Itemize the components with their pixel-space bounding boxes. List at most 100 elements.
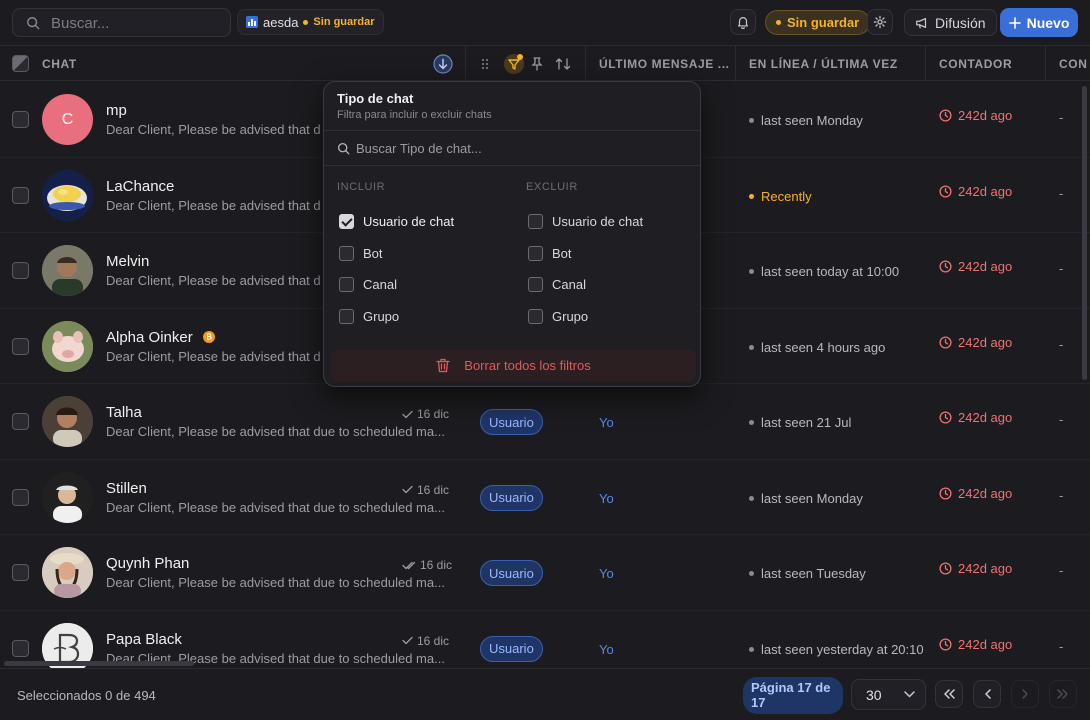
filter-icon <box>504 53 524 74</box>
option-checkbox[interactable] <box>339 245 354 261</box>
chevron-down-icon <box>904 691 915 698</box>
column-header-counter[interactable]: CONTADOR <box>939 46 1012 81</box>
broadcast-button[interactable]: Difusión <box>904 9 997 36</box>
counter-text: 242d ago <box>958 636 1013 652</box>
row-checkbox[interactable] <box>12 337 29 355</box>
filter-search[interactable] <box>337 137 687 159</box>
clock-icon <box>939 184 952 198</box>
online-text: last seen Monday <box>761 113 863 128</box>
search-icon <box>337 142 350 154</box>
megaphone-icon <box>916 17 927 28</box>
exclude-option-chat-user[interactable]: Usuario de chat <box>528 211 643 231</box>
sort-toggle-button[interactable] <box>555 46 571 81</box>
filter-search-input[interactable] <box>356 140 676 156</box>
row-checkbox[interactable] <box>12 186 29 204</box>
counter-text: 242d ago <box>958 561 1013 576</box>
online-status: Recently <box>749 189 812 204</box>
option-checkbox[interactable] <box>339 308 354 324</box>
chat-type-badge: Usuario <box>480 635 543 662</box>
include-option-channel[interactable]: Canal <box>339 274 397 294</box>
check-icon <box>402 410 413 418</box>
clear-filters-label: Borrar todos los filtros <box>464 358 591 373</box>
chevron-right-icon <box>1021 689 1028 699</box>
exclude-option-bot[interactable]: Bot <box>528 243 572 263</box>
vertical-scrollbar[interactable] <box>1082 86 1087 380</box>
unsaved-badge[interactable]: Sin guardar <box>765 10 871 35</box>
column-divider <box>1045 46 1046 81</box>
counter-cell: 242d ago <box>939 561 1012 576</box>
row-checkbox[interactable] <box>12 111 29 128</box>
avatar <box>42 169 93 221</box>
status-dot <box>749 118 754 123</box>
table-row[interactable]: Papa Black 16 dic Dear Client, Please be… <box>0 611 1090 668</box>
option-label: Canal <box>552 276 586 292</box>
option-label: Usuario de chat <box>552 213 644 229</box>
exclude-option-group[interactable]: Grupo <box>528 306 588 326</box>
saved-view-chip[interactable]: aesda Sin guardar <box>237 9 384 35</box>
column-header-online[interactable]: EN LÍNEA / ÚLTIMA VEZ <box>749 46 898 81</box>
counter-cell: 242d ago <box>939 335 1012 350</box>
chat-name-text: Alpha Oinker <box>106 328 193 346</box>
option-label: Grupo <box>552 308 589 324</box>
message-date: 16 dic <box>402 483 449 497</box>
option-checkbox[interactable] <box>528 276 543 292</box>
search-icon <box>27 17 40 30</box>
date-text: 16 dic <box>420 558 453 572</box>
extra-cell: - <box>1059 563 1064 578</box>
chat-list-app: aesda Sin guardar Sin guardar Difusión N… <box>0 0 1090 720</box>
message-preview: Dear Client, Please be advised that due … <box>106 575 445 590</box>
double-chevron-left-icon <box>944 689 955 699</box>
sort-direction-button[interactable] <box>433 46 453 81</box>
select-all-checkbox[interactable] <box>12 46 29 81</box>
status-dot <box>749 646 754 652</box>
option-checkbox[interactable] <box>528 245 543 261</box>
page-size-select[interactable]: 30 <box>851 679 926 710</box>
clock-icon <box>939 411 952 424</box>
status-dot <box>749 420 754 425</box>
settings-button[interactable] <box>867 9 893 35</box>
counter-text: 242d ago <box>958 334 1013 350</box>
avatar <box>42 320 93 372</box>
row-checkbox[interactable] <box>12 413 29 430</box>
first-page-button[interactable] <box>935 680 963 708</box>
clear-filters-button[interactable]: Borrar todos los filtros <box>331 350 696 381</box>
new-button[interactable]: Nuevo <box>1000 8 1078 37</box>
row-checkbox[interactable] <box>12 488 29 506</box>
include-option-group[interactable]: Grupo <box>339 306 399 326</box>
row-checkbox[interactable] <box>12 639 29 657</box>
include-option-chat-user[interactable]: Usuario de chat <box>339 211 454 231</box>
clock-icon <box>939 335 952 349</box>
option-checkbox[interactable] <box>528 308 543 324</box>
notifications-button[interactable] <box>730 9 756 35</box>
bitcoin-icon <box>202 330 215 343</box>
next-page-button[interactable] <box>1011 680 1039 708</box>
filter-button[interactable] <box>503 46 525 81</box>
exclude-option-channel[interactable]: Canal <box>528 274 586 294</box>
include-option-bot[interactable]: Bot <box>339 243 383 263</box>
option-checkbox[interactable] <box>339 276 354 292</box>
person-photo <box>42 245 93 296</box>
last-page-button[interactable] <box>1049 680 1077 708</box>
column-header-chat[interactable]: CHAT <box>42 46 77 81</box>
option-label: Usuario de chat <box>363 213 455 229</box>
last-sender: Yo <box>599 415 614 430</box>
online-status: last seen today at 10:00 <box>749 264 899 279</box>
row-checkbox[interactable] <box>12 564 29 581</box>
table-row[interactable]: Talha 16 dic Dear Client, Please be advi… <box>0 384 1090 460</box>
column-header-last-message[interactable]: ÚLTIMO MENSAJE ... <box>599 46 730 81</box>
pin-column-button[interactable] <box>531 46 543 81</box>
option-checkbox[interactable] <box>528 213 543 229</box>
row-checkbox[interactable] <box>12 262 29 279</box>
previous-page-button[interactable] <box>973 680 1001 708</box>
horizontal-scrollbar[interactable] <box>4 661 194 666</box>
message-preview: Dear Client, Please be advised that due … <box>106 424 445 439</box>
table-row[interactable]: Quynh Phan 16 dic Dear Client, Please be… <box>0 535 1090 611</box>
online-text: last seen Monday <box>761 490 863 506</box>
view-status: Sin guardar <box>313 16 375 28</box>
table-row[interactable]: Stillen 16 dic Dear Client, Please be ad… <box>0 460 1090 535</box>
column-drag-handle[interactable] <box>480 46 490 81</box>
search-box[interactable] <box>12 8 231 37</box>
search-input[interactable] <box>51 13 221 33</box>
column-header-extra[interactable]: CON <box>1059 46 1087 81</box>
option-checkbox[interactable] <box>339 213 354 229</box>
